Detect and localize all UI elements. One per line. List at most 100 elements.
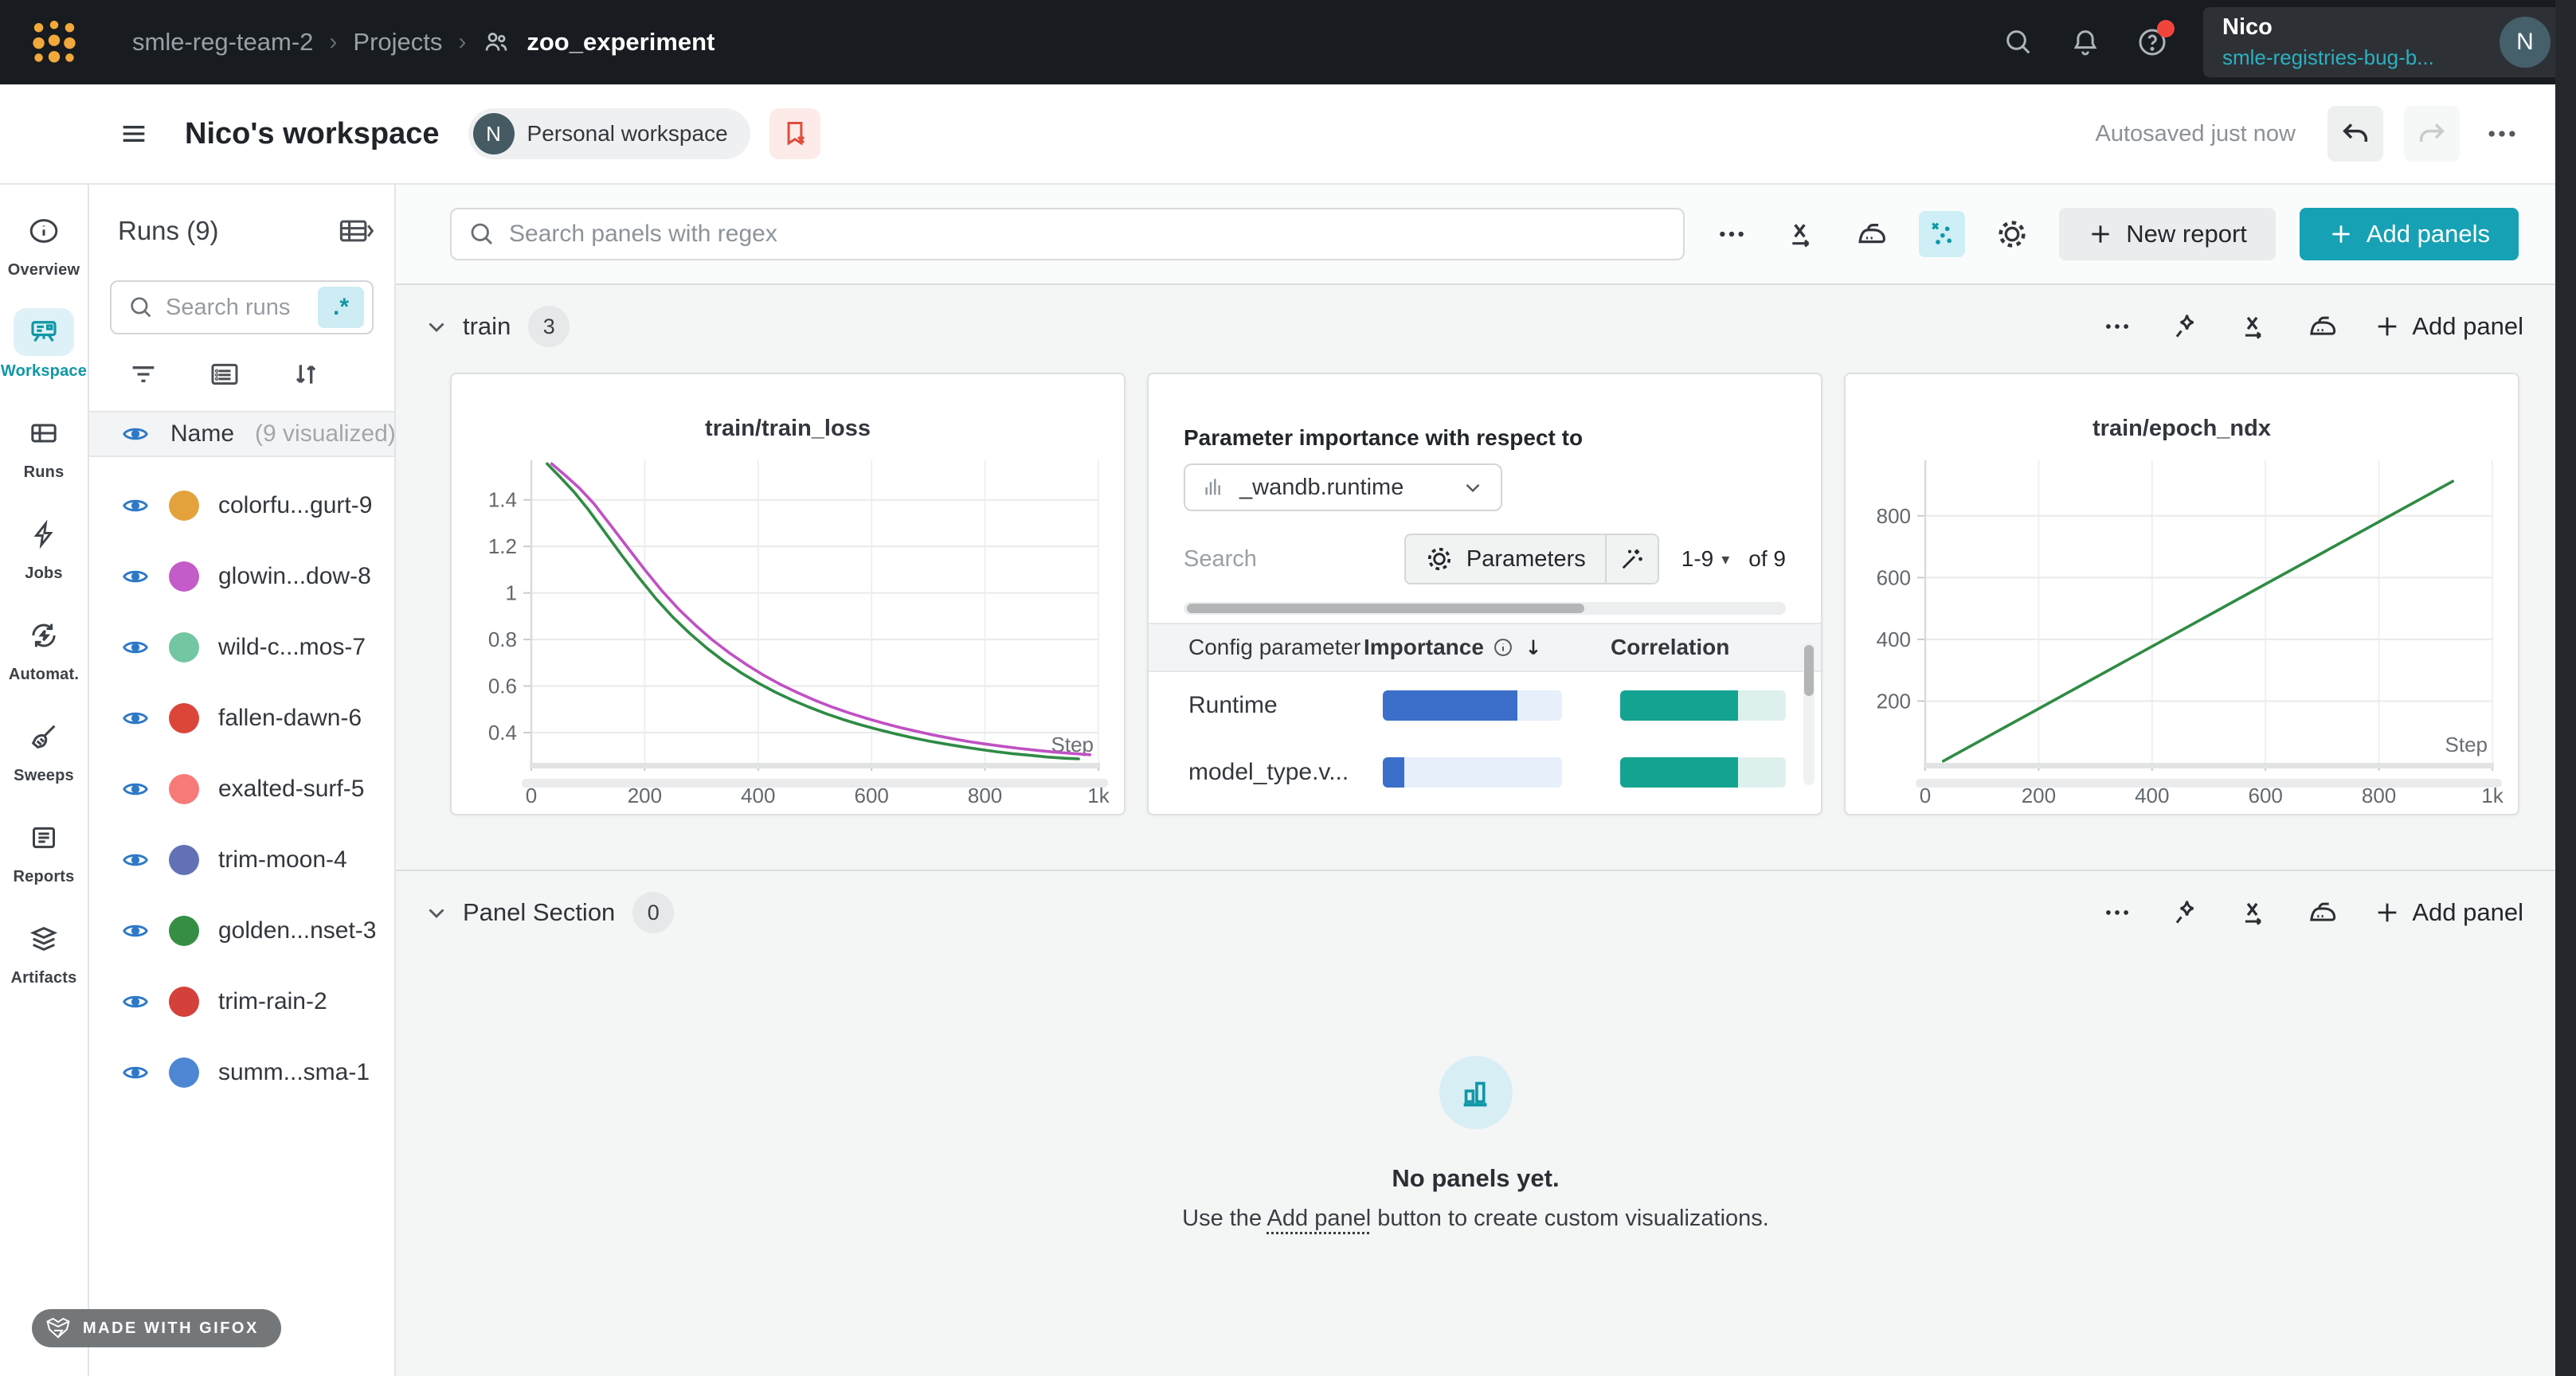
notifications-bell-icon[interactable] [2069, 26, 2101, 58]
eye-visibility-icon[interactable] [121, 1058, 150, 1087]
search-icon[interactable] [2002, 26, 2034, 58]
add-panels-button[interactable]: Add panels [2300, 208, 2519, 260]
pin-section-icon[interactable] [2168, 309, 2203, 344]
run-row[interactable]: glowin...dow-8 [89, 541, 394, 612]
run-color-dot[interactable] [169, 845, 199, 875]
run-row[interactable]: colorfu...gurt-9 [89, 470, 394, 541]
run-row[interactable]: trim-rain-2 [89, 966, 394, 1037]
sidebar-item-automat[interactable]: Automat. [9, 612, 79, 684]
more-options-icon[interactable] [2100, 895, 2135, 930]
sidebar-item-jobs[interactable]: Jobs [14, 510, 74, 583]
smoothing-iron-icon[interactable] [2305, 309, 2340, 344]
chevron-down-icon[interactable] [423, 899, 450, 926]
run-name[interactable]: fallen-dawn-6 [218, 705, 362, 732]
search-runs-input[interactable]: Search runs .* [110, 280, 374, 334]
run-color-dot[interactable] [169, 987, 199, 1017]
sort-icon[interactable] [290, 358, 322, 390]
more-options-icon[interactable] [2480, 112, 2523, 155]
x-axis-settings-icon[interactable] [2237, 895, 2272, 930]
run-color-dot[interactable] [169, 561, 199, 592]
wandb-logo-icon[interactable] [29, 17, 80, 68]
run-color-dot[interactable] [169, 916, 199, 946]
run-row[interactable]: wild-c...mos-7 [89, 612, 394, 682]
run-color-dot[interactable] [169, 632, 199, 663]
run-row[interactable]: fallen-dawn-6 [89, 682, 394, 753]
run-row[interactable]: summ...sma-1 [89, 1037, 394, 1108]
panel-epoch-ndx[interactable]: train/epoch_ndx 02004006008001k200400600… [1844, 373, 2519, 815]
run-name[interactable]: glowin...dow-8 [218, 563, 371, 590]
eye-visibility-icon[interactable] [121, 987, 150, 1016]
redo-button[interactable] [2404, 106, 2460, 162]
x-axis-settings-icon[interactable] [2237, 309, 2272, 344]
parameters-button[interactable]: Parameters [1406, 535, 1607, 583]
group-list-icon[interactable] [209, 358, 241, 390]
smoothing-iron-icon[interactable] [2305, 895, 2340, 930]
outliers-scatter-icon[interactable] [1919, 211, 1965, 257]
sidebar-item-artifacts[interactable]: Artifacts [11, 915, 77, 987]
run-color-dot[interactable] [169, 774, 199, 804]
run-name[interactable]: colorfu...gurt-9 [218, 492, 372, 519]
avatar[interactable]: N [2500, 17, 2551, 68]
runs-list-header[interactable]: Name (9 visualized) [89, 411, 394, 457]
undo-button[interactable] [2327, 106, 2383, 162]
search-panels-input[interactable]: Search panels with regex [450, 208, 1685, 260]
eye-visibility-icon[interactable] [121, 917, 150, 945]
new-report-button[interactable]: New report [2059, 208, 2276, 260]
run-name[interactable]: exalted-surf-5 [218, 776, 364, 803]
run-row[interactable]: exalted-surf-5 [89, 753, 394, 824]
clear-workspace-icon[interactable] [769, 108, 820, 159]
section-title[interactable]: Panel Section [463, 898, 615, 927]
sidebar-item-workspace[interactable]: Workspace [1, 308, 87, 381]
smoothing-iron-icon[interactable] [1849, 211, 1895, 257]
sidebar-item-runs[interactable]: Runs [14, 409, 74, 482]
run-name[interactable]: golden...nset-3 [218, 917, 376, 944]
run-row[interactable]: golden...nset-3 [89, 895, 394, 966]
eye-visibility-icon[interactable] [121, 775, 150, 803]
run-name[interactable]: summ...sma-1 [218, 1059, 370, 1086]
sidebar-item-reports[interactable]: Reports [14, 814, 75, 886]
section-title[interactable]: train [463, 312, 511, 341]
add-panel-link[interactable]: Add panel [1267, 1206, 1372, 1231]
sort-desc-arrow-icon[interactable] [1522, 636, 1544, 659]
settings-gear-icon[interactable] [1989, 211, 2035, 257]
eye-visibility-icon[interactable] [121, 562, 150, 591]
hamburger-menu-icon[interactable] [118, 118, 150, 150]
filter-icon[interactable] [127, 358, 159, 390]
panel-parameter-importance[interactable]: Parameter importance with respect to _wa… [1147, 373, 1822, 815]
regex-toggle[interactable]: .* [318, 287, 364, 328]
panel-train-loss[interactable]: train/train_loss 02004006008001k0.40.60.… [450, 373, 1126, 815]
run-name[interactable]: trim-rain-2 [218, 988, 327, 1015]
horizontal-scrollbar[interactable] [1184, 602, 1786, 615]
run-row[interactable]: trim-moon-4 [89, 824, 394, 895]
pagination[interactable]: 1-9 ▾ of 9 [1681, 546, 1786, 572]
personal-workspace-badge[interactable]: N Personal workspace [468, 108, 750, 159]
breadcrumb-project[interactable]: zoo_experiment [527, 28, 714, 57]
breadcrumb-team[interactable]: smle-reg-team-2 [132, 28, 313, 57]
chevron-down-icon[interactable] [423, 313, 450, 340]
vertical-scrollbar[interactable] [1803, 642, 1815, 785]
column-importance[interactable]: Importance [1364, 635, 1484, 660]
column-config-parameter[interactable]: Config parameter [1149, 635, 1364, 660]
eye-visibility-icon[interactable] [121, 846, 150, 874]
sidebar-item-sweeps[interactable]: Sweeps [14, 713, 74, 785]
eye-visibility-icon[interactable] [121, 704, 150, 733]
more-options-icon[interactable] [1709, 211, 1755, 257]
eye-icon[interactable] [121, 420, 150, 448]
breadcrumb-projects[interactable]: Projects [353, 28, 442, 57]
help-icon[interactable] [2136, 26, 2168, 58]
eye-visibility-icon[interactable] [121, 491, 150, 520]
x-axis-settings-icon[interactable] [1779, 211, 1825, 257]
run-name[interactable]: wild-c...mos-7 [218, 634, 366, 661]
more-options-icon[interactable] [2100, 309, 2135, 344]
run-name[interactable]: trim-moon-4 [218, 846, 347, 874]
importance-table-row[interactable]: Runtime [1184, 672, 1786, 739]
profile-org[interactable]: smle-registries-bug-b... [2222, 45, 2434, 70]
run-color-dot[interactable] [169, 1057, 199, 1088]
profile-menu[interactable]: Nico smle-registries-bug-b... N [2203, 7, 2560, 77]
pin-section-icon[interactable] [2168, 895, 2203, 930]
column-correlation[interactable]: Correlation [1587, 635, 1729, 660]
runs-table-expand-icon[interactable] [339, 213, 374, 248]
sidebar-item-overview[interactable]: Overview [8, 207, 80, 280]
eye-visibility-icon[interactable] [121, 633, 150, 662]
magic-wand-icon[interactable] [1607, 535, 1658, 583]
